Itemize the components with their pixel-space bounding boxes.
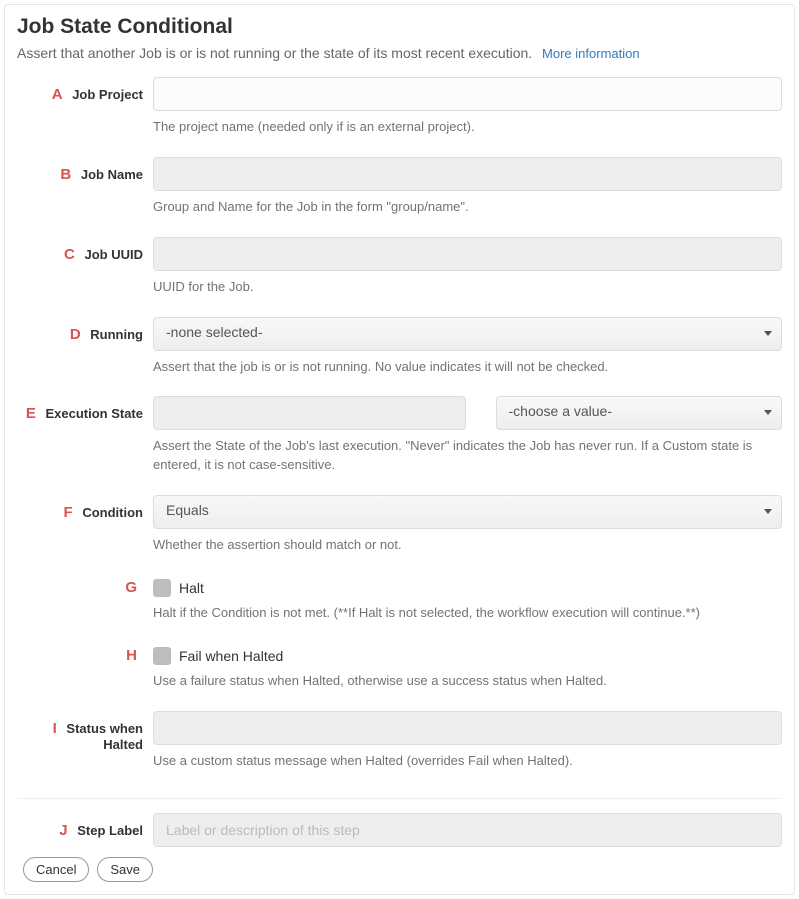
label-job-uuid: C Job UUID	[17, 237, 153, 263]
letter-b: B	[60, 166, 71, 183]
help-job-uuid: UUID for the Job.	[153, 278, 782, 297]
row-step-label: J Step Label	[17, 813, 782, 847]
panel-subtitle: Assert that another Job is or is not run…	[17, 45, 782, 61]
label-step-label: J Step Label	[17, 813, 153, 839]
job-name-input[interactable]	[153, 157, 782, 191]
halt-checkbox[interactable]	[153, 579, 171, 597]
more-information-link[interactable]: More information	[542, 46, 640, 61]
letter-d: D	[70, 326, 81, 343]
execution-state-input[interactable]	[153, 396, 466, 430]
label-text-job-project: Job Project	[72, 87, 143, 102]
label-text-status-halted: Status when Halted	[66, 721, 143, 752]
row-running: D Running -none selected- Assert that th…	[17, 317, 782, 391]
label-text-job-uuid: Job UUID	[85, 247, 144, 262]
letter-a: A	[52, 86, 63, 103]
help-condition: Whether the assertion should match or no…	[153, 536, 782, 555]
letter-g: G	[125, 579, 137, 596]
halt-label: Halt	[179, 580, 204, 596]
label-text-job-name: Job Name	[81, 167, 143, 182]
job-state-conditional-panel: Job State Conditional Assert that anothe…	[4, 4, 795, 895]
letter-e: E	[26, 405, 36, 422]
label-text-execution-state: Execution State	[45, 406, 143, 421]
label-fail-halted: H	[17, 643, 153, 664]
row-condition: F Condition Equals Whether the assertion…	[17, 495, 782, 569]
help-fail-halted: Use a failure status when Halted, otherw…	[153, 672, 782, 691]
row-execution-state: E Execution State -choose a value- Asser…	[17, 396, 782, 489]
save-button[interactable]: Save	[97, 857, 153, 882]
row-halt: G Halt Halt if the Condition is not met.…	[17, 575, 782, 637]
panel-title: Job State Conditional	[17, 15, 782, 39]
help-job-name: Group and Name for the Job in the form "…	[153, 198, 782, 217]
fail-halted-label: Fail when Halted	[179, 648, 283, 664]
step-label-input[interactable]	[153, 813, 782, 847]
label-halt: G	[17, 575, 153, 596]
letter-i: I	[53, 720, 57, 737]
help-status-halted: Use a custom status message when Halted …	[153, 752, 782, 771]
help-running: Assert that the job is or is not running…	[153, 358, 782, 377]
label-condition: F Condition	[17, 495, 153, 521]
panel-subtitle-text: Assert that another Job is or is not run…	[17, 45, 532, 61]
execution-state-select[interactable]: -choose a value-	[496, 396, 783, 430]
help-halt: Halt if the Condition is not met. (**If …	[153, 604, 782, 623]
label-text-running: Running	[90, 327, 143, 342]
label-text-step-label: Step Label	[77, 823, 143, 838]
row-status-halted: I Status when Halted Use a custom status…	[17, 711, 782, 785]
letter-j: J	[59, 822, 67, 839]
label-running: D Running	[17, 317, 153, 343]
help-execution-state: Assert the State of the Job's last execu…	[153, 437, 782, 475]
label-job-name: B Job Name	[17, 157, 153, 183]
row-job-project: A Job Project The project name (needed o…	[17, 77, 782, 151]
job-uuid-input[interactable]	[153, 237, 782, 271]
label-execution-state: E Execution State	[17, 396, 153, 422]
running-select[interactable]: -none selected-	[153, 317, 782, 351]
label-status-halted: I Status when Halted	[17, 711, 153, 752]
cancel-button[interactable]: Cancel	[23, 857, 89, 882]
letter-c: C	[64, 246, 75, 263]
row-job-uuid: C Job UUID UUID for the Job.	[17, 237, 782, 311]
job-project-input[interactable]	[153, 77, 782, 111]
help-job-project: The project name (needed only if is an e…	[153, 118, 782, 137]
row-job-name: B Job Name Group and Name for the Job in…	[17, 157, 782, 231]
button-row: Cancel Save	[17, 857, 782, 882]
letter-f: F	[64, 504, 73, 521]
label-text-condition: Condition	[82, 505, 143, 520]
fail-halted-checkbox[interactable]	[153, 647, 171, 665]
label-job-project: A Job Project	[17, 77, 153, 103]
condition-select[interactable]: Equals	[153, 495, 782, 529]
separator	[17, 798, 782, 799]
status-halted-input[interactable]	[153, 711, 782, 745]
letter-h: H	[126, 647, 137, 664]
row-fail-halted: H Fail when Halted Use a failure status …	[17, 643, 782, 705]
